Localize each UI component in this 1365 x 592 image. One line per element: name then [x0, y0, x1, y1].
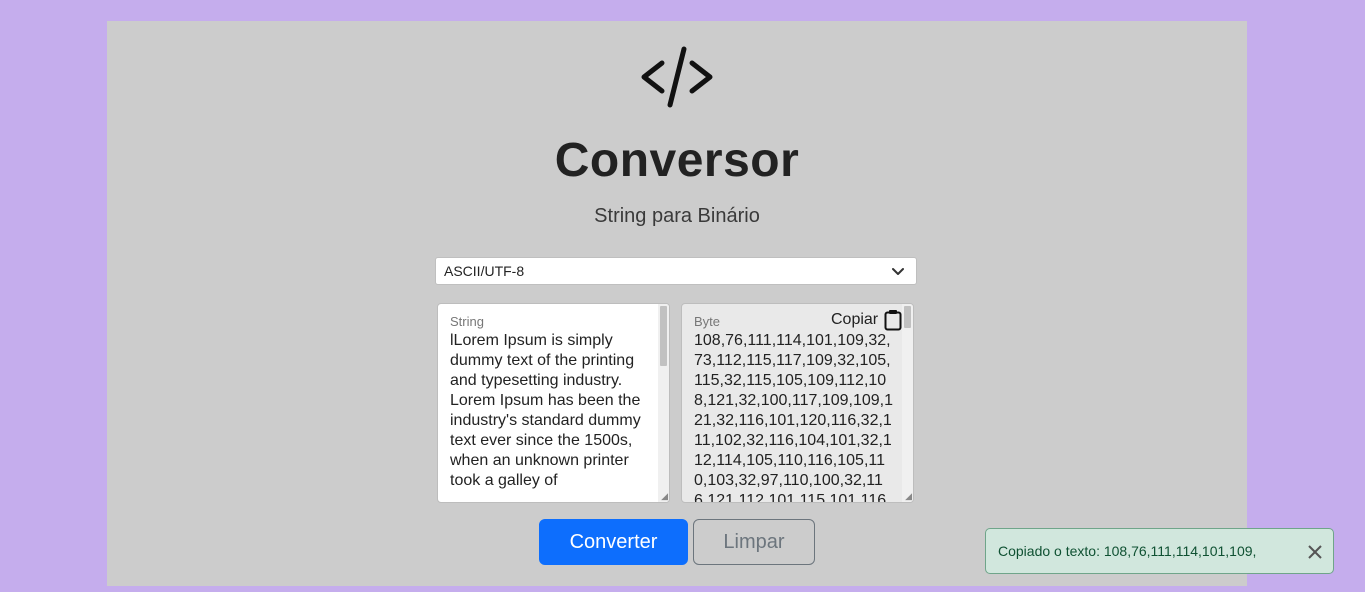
encoding-select-value: ASCII/UTF-8	[444, 263, 525, 279]
byte-output-value[interactable]: 108,76,111,114,101,109,32,73,112,115,117…	[694, 331, 896, 502]
byte-output[interactable]: Byte 108,76,111,114,101,109,32,73,112,11…	[681, 303, 914, 503]
chevron-down-icon	[892, 268, 904, 275]
resize-handle-icon[interactable]: ◢	[905, 492, 912, 501]
clear-button[interactable]: Limpar	[693, 519, 815, 565]
clipboard-icon	[884, 310, 902, 331]
byte-output-label: Byte	[694, 314, 721, 329]
page-title: Conversor	[554, 134, 800, 187]
page-subtitle: String para Binário	[594, 205, 760, 227]
string-input-scrollbar[interactable]	[658, 304, 669, 502]
convert-button[interactable]: Converter	[539, 519, 688, 565]
scrollbar-thumb[interactable]	[660, 306, 667, 366]
close-icon[interactable]	[1307, 544, 1323, 560]
byte-output-scrollbar[interactable]	[902, 304, 913, 502]
string-input[interactable]: String lLorem Ipsum is simply dummy text…	[437, 303, 670, 503]
string-input-value[interactable]: lLorem Ipsum is simply dummy text of the…	[450, 331, 652, 491]
copy-toast: Copiado o texto: 108,76,111,114,101,109,	[985, 528, 1334, 574]
encoding-select[interactable]: ASCII/UTF-8	[435, 257, 917, 285]
scrollbar-thumb[interactable]	[904, 306, 911, 328]
converter-card: Conversor String para Binário ASCII/UTF-…	[107, 21, 1247, 586]
resize-handle-icon[interactable]: ◢	[661, 492, 668, 501]
string-input-label: String	[450, 314, 484, 329]
code-icon	[641, 46, 713, 108]
copy-button[interactable]: Copiar	[831, 309, 902, 331]
toast-message: Copiado o texto: 108,76,111,114,101,109,	[998, 543, 1257, 559]
copy-button-label: Copiar	[831, 311, 879, 328]
